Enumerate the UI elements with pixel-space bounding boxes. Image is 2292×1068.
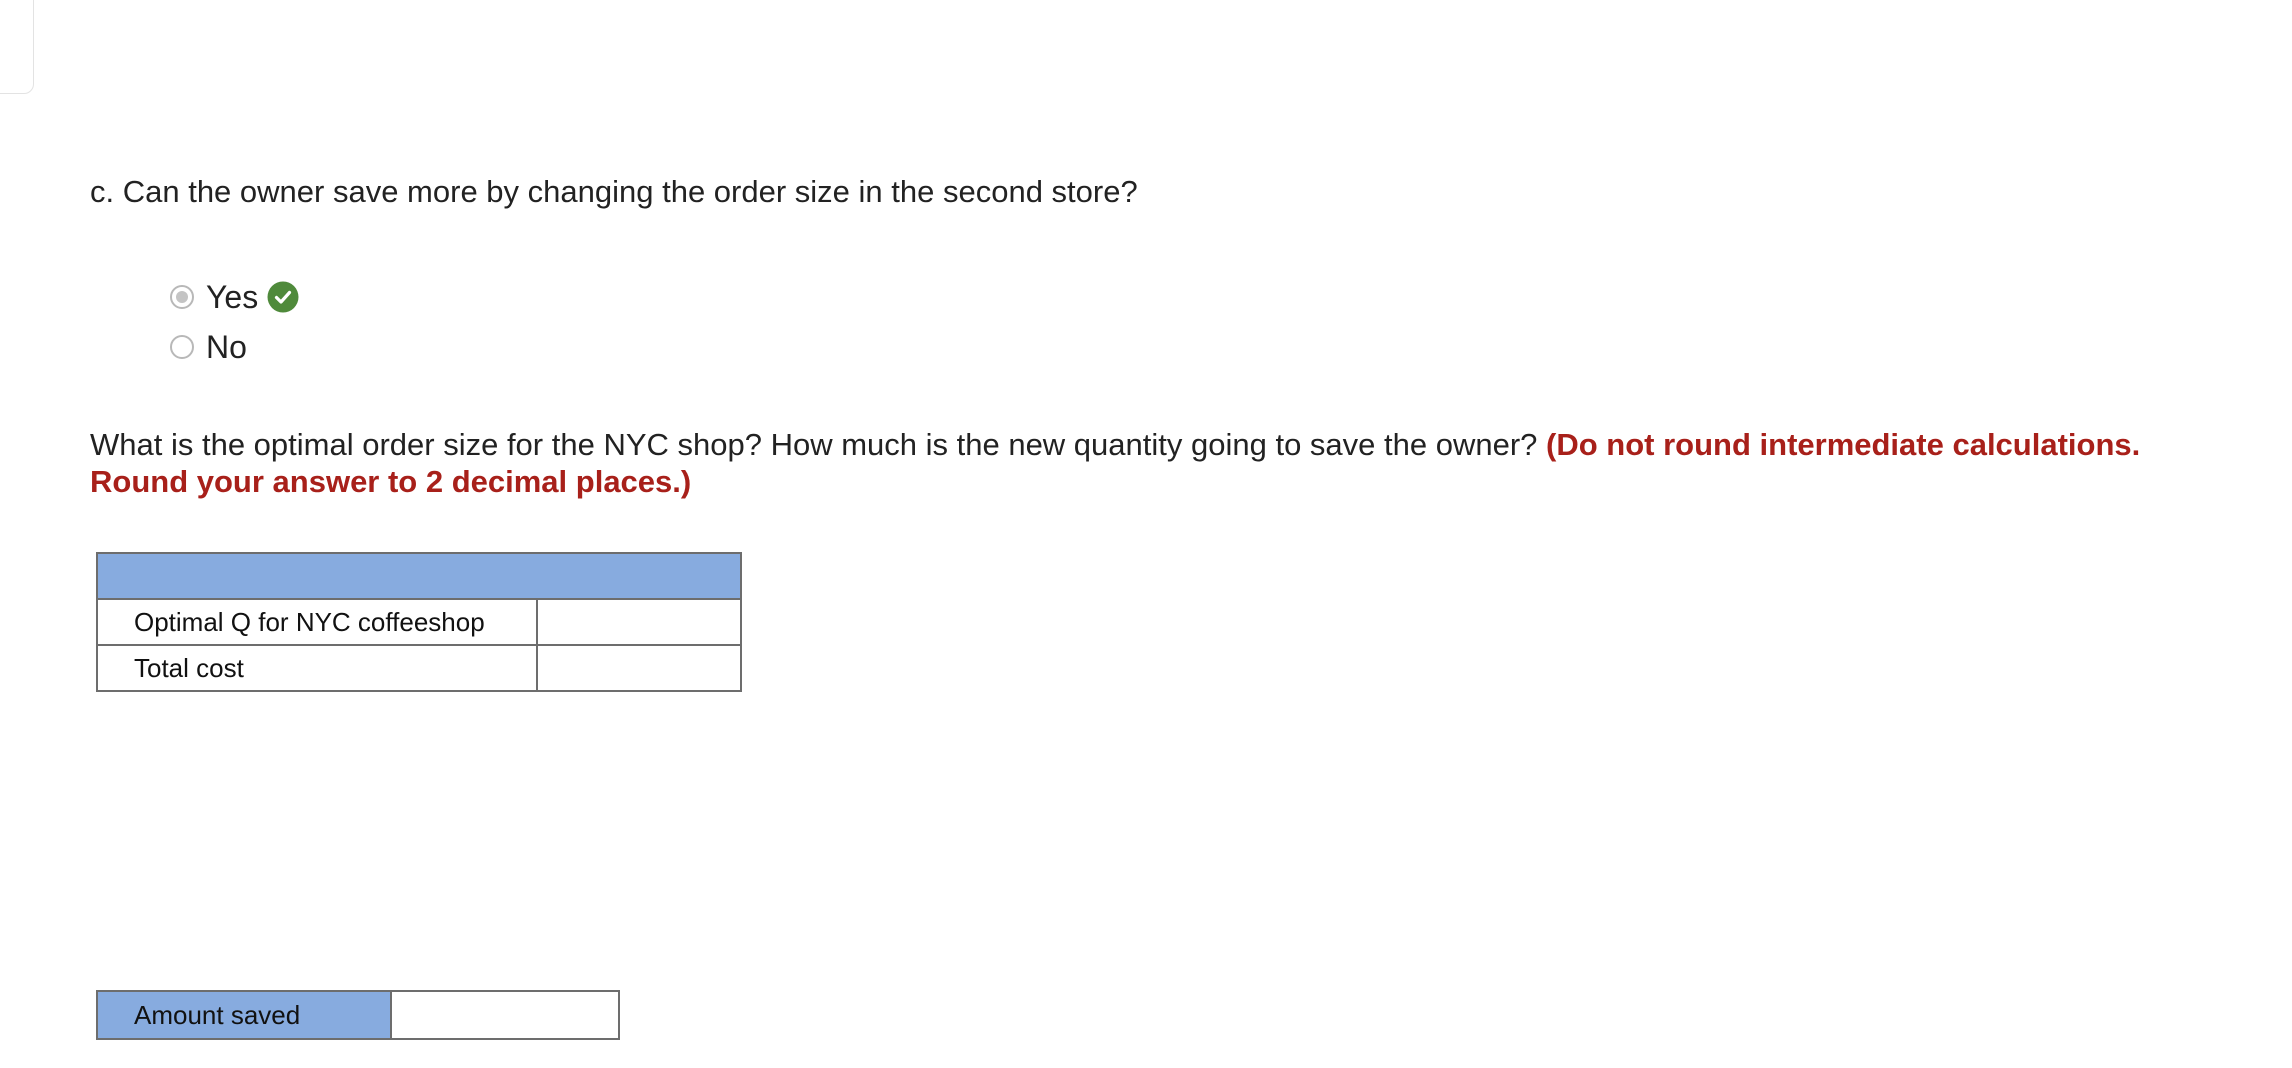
total-cost-label: Total cost <box>96 644 538 692</box>
table-header-row <box>96 552 742 600</box>
amount-saved-input[interactable] <box>390 990 620 1040</box>
optimal-q-label: Optimal Q for NYC coffeeshop <box>96 598 538 646</box>
radio-label-yes: Yes <box>206 279 259 315</box>
radio-option-no[interactable]: No <box>170 322 299 372</box>
check-circle-icon <box>267 281 299 313</box>
amount-saved-table: Amount saved <box>96 990 620 1040</box>
radio-button-yes[interactable] <box>170 285 194 309</box>
table-header-cell <box>96 552 742 600</box>
optimal-q-table: Optimal Q for NYC coffeeshop Total cost <box>96 552 742 692</box>
total-cost-input[interactable] <box>536 644 742 692</box>
question-optimal-text: What is the optimal order size for the N… <box>90 426 2170 500</box>
radio-label-no: No <box>206 329 247 365</box>
page: c. Can the owner save more by changing t… <box>0 0 2292 1068</box>
table-row: Total cost <box>96 644 742 692</box>
answer-radio-group: Yes No <box>170 272 299 372</box>
table-row: Optimal Q for NYC coffeeshop <box>96 598 742 646</box>
corner-card <box>0 0 34 94</box>
amount-saved-label: Amount saved <box>96 990 392 1040</box>
radio-button-no[interactable] <box>170 335 194 359</box>
question-optimal-main: What is the optimal order size for the N… <box>90 427 1538 462</box>
table-row: Amount saved <box>96 990 620 1040</box>
radio-option-yes[interactable]: Yes <box>170 272 299 322</box>
optimal-q-input[interactable] <box>536 598 742 646</box>
question-c-text: c. Can the owner save more by changing t… <box>90 174 1138 209</box>
